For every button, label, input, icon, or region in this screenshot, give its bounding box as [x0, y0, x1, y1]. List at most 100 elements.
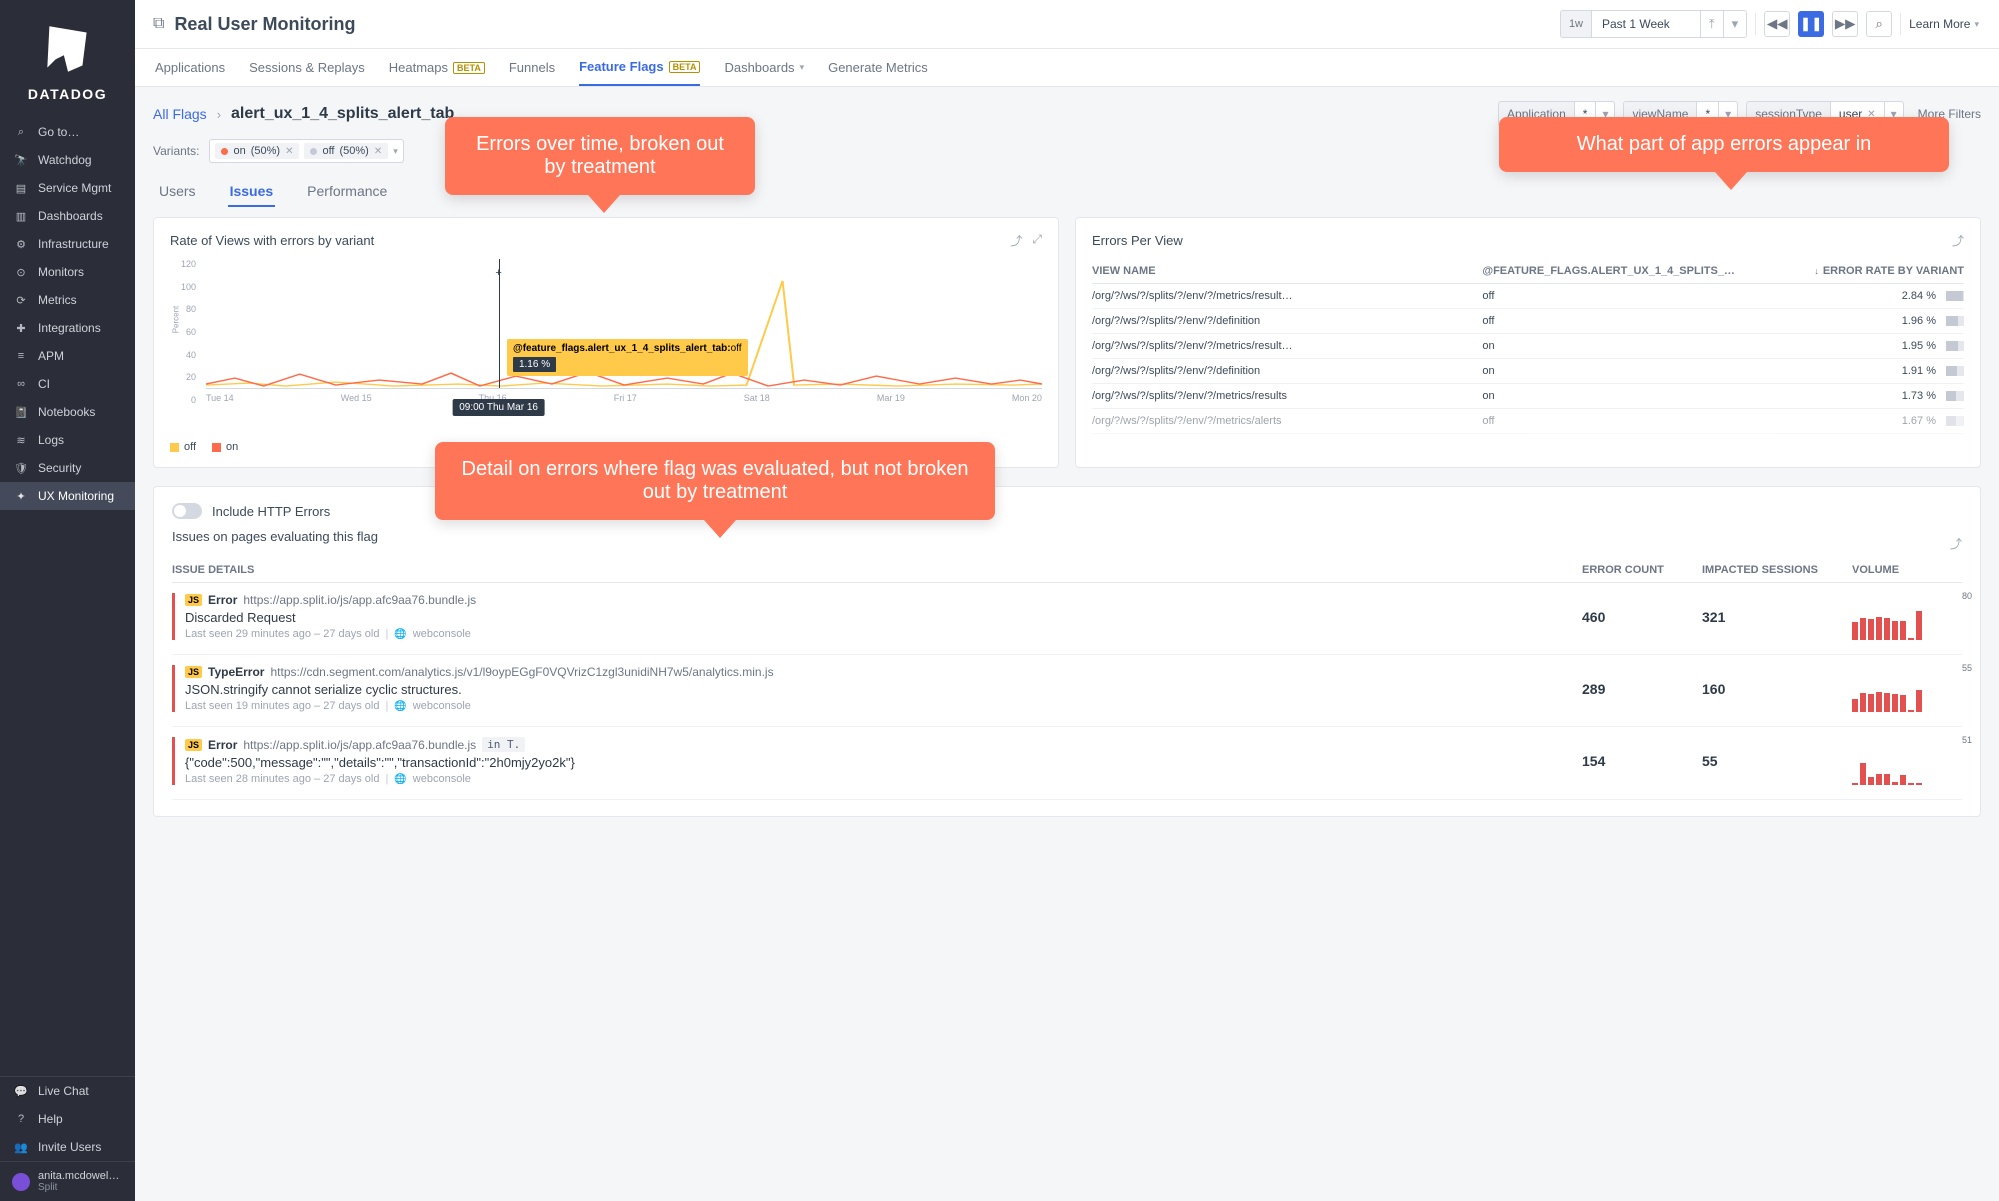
th-view[interactable]: VIEW NAME — [1092, 265, 1474, 277]
th-vol[interactable]: VOLUME — [1852, 564, 1962, 576]
table-row[interactable]: /org/?/ws/?/splits/?/env/?/metrics/resul… — [1092, 284, 1964, 309]
clear-icon[interactable]: ✕ — [374, 146, 382, 157]
chart-date-tooltip: 09:00 Thu Mar 16 — [452, 399, 545, 416]
nav-item-infra[interactable]: ⚙Infrastructure — [0, 230, 135, 258]
table-row[interactable]: /org/?/ws/?/splits/?/env/?/definitionon1… — [1092, 359, 1964, 384]
account-menu[interactable]: anita.mcdowel… Split — [0, 1161, 135, 1201]
time-range-label: Past 1 Week — [1592, 17, 1700, 31]
nav-item-integrations[interactable]: ✚Integrations — [0, 314, 135, 342]
legend-off[interactable]: off — [170, 441, 196, 453]
beta-badge: BETA — [669, 61, 701, 73]
nav-item-chat[interactable]: 💬Live Chat — [0, 1077, 135, 1105]
chevron-down-icon[interactable]: ▾ — [393, 146, 398, 157]
nav-item-invite[interactable]: 👥Invite Users — [0, 1133, 135, 1161]
sidebar: DATADOG ⌕Go to… 🔭Watchdog ▤Service Mgmt … — [0, 0, 135, 1201]
tab-issues[interactable]: Issues — [228, 177, 276, 207]
cell-rate: 1.95 % — [1809, 340, 1964, 352]
variants-label: Variants: — [153, 144, 199, 158]
nav-item-logs[interactable]: ≋Logs — [0, 426, 135, 454]
th-rate[interactable]: ↓ERROR RATE BY VARIANT — [1809, 265, 1964, 277]
issue-row[interactable]: JSTypeError https://cdn.segment.com/anal… — [172, 655, 1962, 727]
chart-tooltip: @feature_flags.alert_ux_1_4_splits_alert… — [507, 339, 748, 376]
tab-generate-metrics[interactable]: Generate Metrics — [828, 50, 928, 85]
tab-feature-flags[interactable]: Feature FlagsBETA — [579, 49, 700, 86]
sub-navigation: Applications Sessions & Replays Heatmaps… — [135, 49, 1999, 87]
toggle-http-errors[interactable] — [172, 503, 202, 519]
table-row[interactable]: /org/?/ws/?/splits/?/env/?/metrics/resul… — [1092, 384, 1964, 409]
severity-stripe — [172, 593, 175, 640]
nav-item-goto[interactable]: ⌕Go to… — [0, 118, 135, 146]
users-icon: 👥 — [14, 1141, 28, 1154]
tab-applications[interactable]: Applications — [155, 50, 225, 85]
time-range-picker[interactable]: 1w Past 1 Week ⤒ ▾ — [1560, 10, 1747, 38]
cell-rate: 2.84 % — [1809, 290, 1964, 302]
severity-stripe — [172, 665, 175, 712]
issue-row[interactable]: JSError https://app.split.io/js/app.afc9… — [172, 727, 1962, 800]
panel-errors-per-view: Errors Per View ⤴ VIEW NAME @FEATURE_FLA… — [1075, 217, 1981, 468]
th-count[interactable]: ERROR COUNT — [1582, 564, 1692, 576]
x-axis: Tue 14 Wed 15 Thu 16 Fri 17 Sat 18 Mar 1… — [206, 389, 1042, 403]
table-row[interactable]: /org/?/ws/?/splits/?/env/?/metrics/resul… — [1092, 334, 1964, 359]
square-icon — [170, 443, 179, 452]
nav-item-help[interactable]: ?Help — [0, 1105, 135, 1133]
nav-item-watchdog[interactable]: 🔭Watchdog — [0, 146, 135, 174]
legend-on[interactable]: on — [212, 441, 238, 453]
help-icon: ? — [14, 1113, 28, 1125]
nav-item-dashboards[interactable]: ▥Dashboards — [0, 202, 135, 230]
breadcrumb-link[interactable]: All Flags — [153, 106, 207, 122]
severity-stripe — [172, 737, 175, 785]
variant-chip-on[interactable]: on (50%)✕ — [215, 143, 299, 159]
tab-dashboards[interactable]: Dashboards▾ — [724, 50, 804, 85]
nav-item-metrics[interactable]: ⟳Metrics — [0, 286, 135, 314]
toggle-label: Include HTTP Errors — [212, 504, 330, 519]
th-imp[interactable]: IMPACTED SESSIONS — [1702, 564, 1842, 576]
zoom-button[interactable]: ⌕ — [1866, 11, 1892, 37]
th-details[interactable]: ISSUE DETAILS — [172, 564, 1572, 576]
error-type: TypeError — [208, 665, 264, 679]
forward-button[interactable]: ▶▶ — [1832, 11, 1858, 37]
pin-icon[interactable]: ⤒ — [1700, 11, 1723, 37]
expand-icon[interactable]: ⤢ — [1032, 232, 1042, 249]
page-title: Real User Monitoring — [174, 14, 355, 35]
export-icon[interactable]: ⤴ — [1010, 232, 1022, 249]
tab-heatmaps[interactable]: HeatmapsBETA — [389, 50, 485, 85]
refresh-icon: ⟳ — [14, 294, 28, 307]
panel-title: Errors Per View — [1092, 233, 1183, 248]
clear-icon[interactable]: ✕ — [285, 146, 293, 157]
chevron-down-icon[interactable]: ▾ — [1723, 11, 1747, 37]
nav-item-security[interactable]: 🛡Security — [0, 454, 135, 482]
nav-item-apm[interactable]: ≡APM — [0, 342, 135, 370]
nav-item-notebooks[interactable]: 📓Notebooks — [0, 398, 135, 426]
variant-chip-off[interactable]: off (50%)✕ — [304, 143, 388, 159]
chart[interactable]: Percent 120 100 80 60 40 20 0 — [170, 259, 1042, 429]
infinity-icon: ∞ — [14, 378, 28, 390]
tab-funnels[interactable]: Funnels — [509, 50, 555, 85]
tab-sessions[interactable]: Sessions & Replays — [249, 50, 365, 85]
table-row[interactable]: /org/?/ws/?/splits/?/env/?/metrics/alert… — [1092, 409, 1964, 434]
nav-item-service[interactable]: ▤Service Mgmt — [0, 174, 135, 202]
error-meta: Last seen 19 minutes ago – 27 days old|🌐… — [185, 700, 1572, 712]
tab-performance[interactable]: Performance — [305, 177, 389, 207]
export-icon[interactable]: ⤴ — [1950, 535, 1962, 552]
issues-heading: Issues on pages evaluating this flag — [172, 529, 378, 544]
nav-item-ux[interactable]: ✦UX Monitoring — [0, 482, 135, 510]
th-ff[interactable]: @FEATURE_FLAGS.ALERT_UX_1_4_SPLITS_… — [1482, 265, 1801, 277]
pause-button[interactable]: ❚❚ — [1798, 11, 1824, 37]
issue-row[interactable]: JSError https://app.split.io/js/app.afc9… — [172, 583, 1962, 655]
back-button[interactable]: ◀◀ — [1764, 11, 1790, 37]
content-scroll[interactable]: All Flags › alert_ux_1_4_splits_alert_ta… — [135, 87, 1999, 1201]
header-bar: ⧉ Real User Monitoring 1w Past 1 Week ⤒ … — [135, 0, 1999, 49]
dot-icon — [221, 148, 228, 155]
shield-icon: 🛡 — [14, 462, 28, 475]
variants-selector[interactable]: on (50%)✕ off (50%)✕ ▾ — [209, 139, 403, 163]
learn-more-menu[interactable]: Learn More▾ — [1909, 17, 1979, 31]
chart-crosshair-icon: + — [495, 267, 501, 279]
tab-users[interactable]: Users — [157, 177, 198, 207]
sidebar-nav: ⌕Go to… 🔭Watchdog ▤Service Mgmt ▥Dashboa… — [0, 112, 135, 1076]
export-icon[interactable]: ⤴ — [1952, 232, 1964, 249]
annotation-callout: Detail on errors where flag was evaluate… — [435, 442, 995, 520]
nav-item-ci[interactable]: ∞CI — [0, 370, 135, 398]
nav-item-monitors[interactable]: ⊙Monitors — [0, 258, 135, 286]
chevron-right-icon: › — [217, 107, 221, 122]
table-row[interactable]: /org/?/ws/?/splits/?/env/?/definitionoff… — [1092, 309, 1964, 334]
